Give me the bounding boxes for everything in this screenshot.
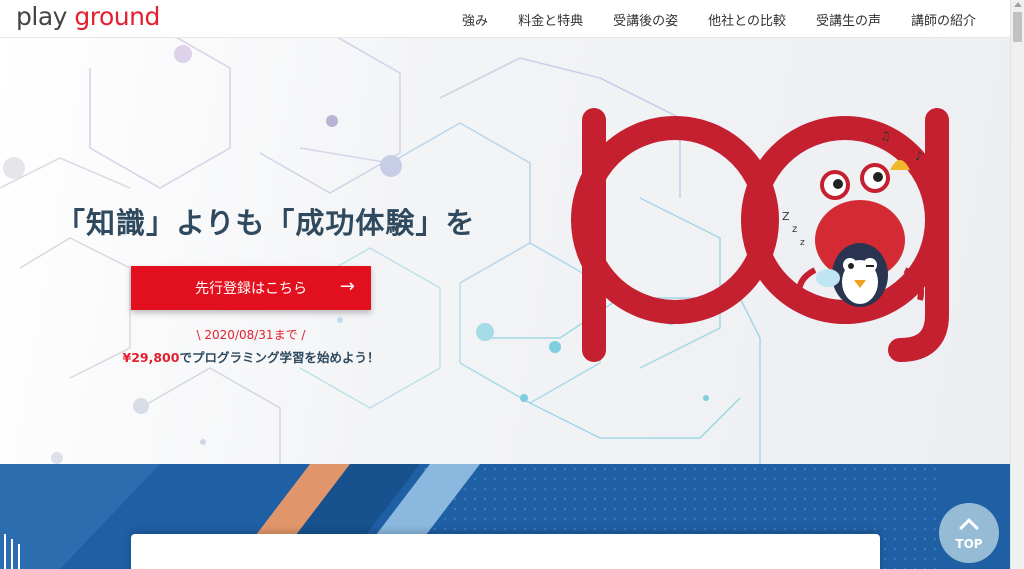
svg-text:z: z <box>792 224 797 235</box>
svg-text:♫: ♫ <box>880 129 891 143</box>
back-to-top-button[interactable]: TOP <box>939 503 999 563</box>
price-line: ¥29,800でプログラミング学習を始めよう！ <box>0 347 502 366</box>
scroll-thumb[interactable] <box>1013 12 1022 42</box>
svg-text:♪: ♪ <box>915 149 923 163</box>
price-suffix: でプログラミング学習を始めよう！ <box>179 350 380 365</box>
deadline-text: \ 2020/08/31まで / <box>196 328 306 342</box>
pg-mascot-logo: ♪ ♫ Z z z <box>571 108 949 362</box>
content-card <box>131 534 880 569</box>
nav-after-course[interactable]: 受講後の姿 <box>613 10 678 29</box>
features-band <box>0 464 1010 569</box>
nav-testimonials[interactable]: 受講生の声 <box>816 10 881 29</box>
logo-ground: ground <box>74 2 160 31</box>
svg-text:Z: Z <box>782 210 790 223</box>
nav-instructors[interactable]: 講師の紹介 <box>911 10 976 29</box>
logo[interactable]: play ground <box>16 2 160 31</box>
svg-text:z: z <box>800 238 805 248</box>
scroll-up-icon[interactable] <box>1014 2 1022 7</box>
chevron-up-icon <box>959 518 979 538</box>
arrow-right-icon: → <box>339 276 355 297</box>
nav-strengths[interactable]: 強み <box>462 10 488 29</box>
top-label: TOP <box>955 537 983 551</box>
logo-play: play <box>16 2 75 31</box>
main-nav: 強み 料金と特典 受講後の姿 他社との比較 受講生の声 講師の紹介 <box>462 0 976 38</box>
site-header: play ground 強み 料金と特典 受講後の姿 他社との比較 受講生の声 … <box>0 0 1010 38</box>
nav-comparison[interactable]: 他社との比較 <box>708 10 786 29</box>
nav-pricing[interactable]: 料金と特典 <box>518 10 583 29</box>
page-scrollbar[interactable] <box>1010 0 1024 569</box>
cta-label: 先行登録はこちら <box>195 281 307 297</box>
price-value: ¥29,800 <box>122 350 180 365</box>
pre-registration-button[interactable]: 先行登録はこちら → <box>131 266 371 310</box>
hero-section: 「知識」よりも「成功体験」を 先行登録はこちら → \ 2020/08/31まで… <box>0 38 1010 464</box>
hero-headline: 「知識」よりも「成功体験」を <box>56 206 476 240</box>
